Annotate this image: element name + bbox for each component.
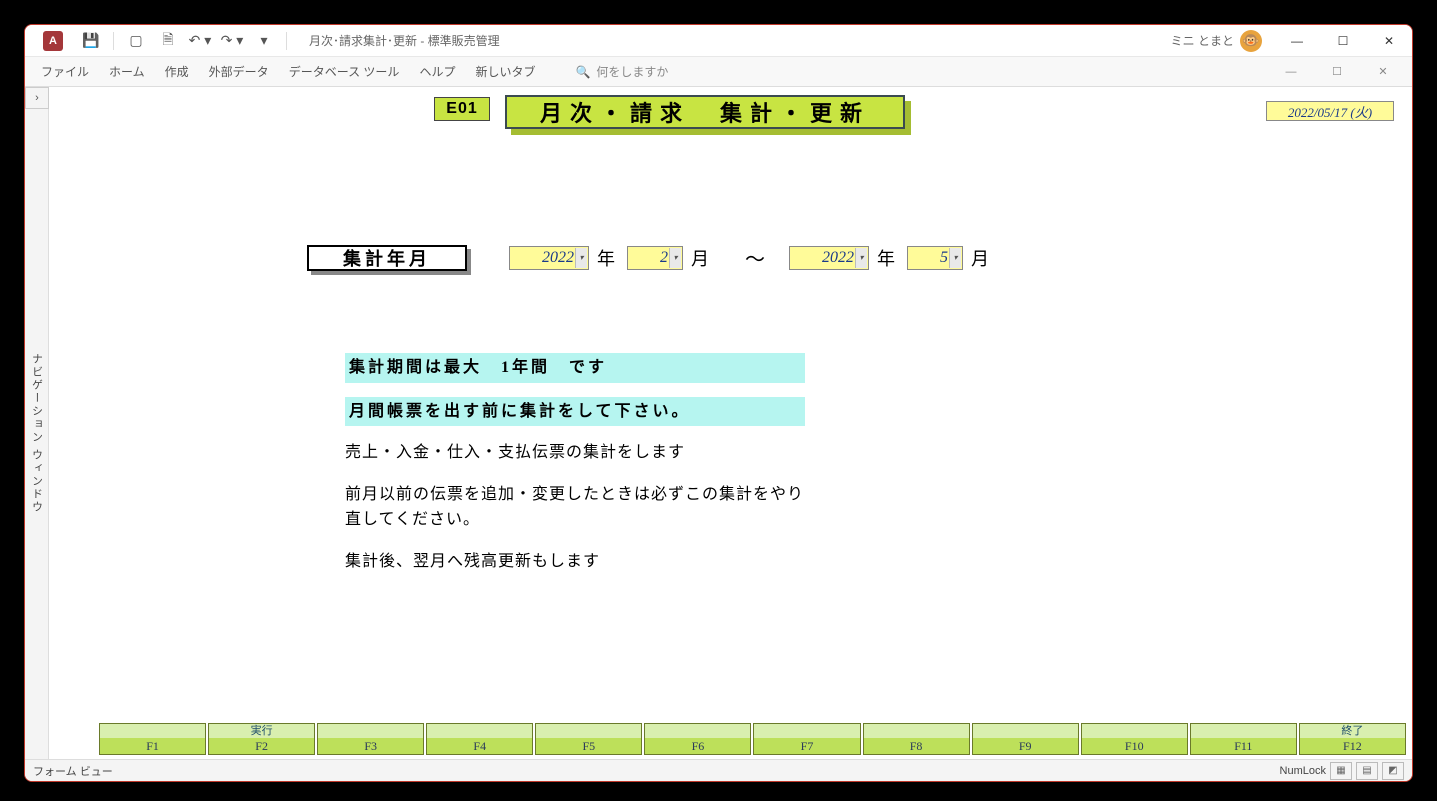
save-icon[interactable]: 💾 [79, 29, 103, 53]
maximize-button[interactable]: ☐ [1320, 25, 1366, 57]
info-line-3: 集計後、翌月へ残高更新もします [345, 549, 805, 575]
fkey-f10[interactable]: F10 [1081, 723, 1188, 755]
mdi-minimize-button[interactable]: — [1268, 57, 1314, 87]
from-year-value: 2022 [542, 249, 574, 267]
ribbon-tab-dbtools[interactable]: データベース ツール [279, 59, 410, 84]
fkey-f1[interactable]: F1 [99, 723, 206, 755]
fkey-f9[interactable]: F9 [972, 723, 1079, 755]
fkey-f7[interactable]: F7 [753, 723, 860, 755]
month-unit: 月 [971, 245, 989, 271]
ribbon: ファイル ホーム 作成 外部データ データベース ツール ヘルプ 新しいタブ 🔍… [25, 57, 1412, 87]
nav-pane-toggle[interactable]: › [25, 87, 49, 109]
fkey-f2-execute[interactable]: 実行F2 [208, 723, 315, 755]
period-label: 集計年月 [307, 245, 467, 271]
ribbon-tab-create[interactable]: 作成 [155, 59, 199, 84]
ribbon-tab-externaldata[interactable]: 外部データ [199, 59, 279, 84]
info-line-2: 前月以前の伝票を追加・変更したときは必ずこの集計をやり直してください。 [345, 482, 805, 533]
fkey-f11[interactable]: F11 [1190, 723, 1297, 755]
fkey-f4[interactable]: F4 [426, 723, 533, 755]
to-month-combo[interactable]: 5 ▾ [907, 246, 963, 270]
chevron-down-icon: ▾ [855, 248, 867, 268]
numlock-indicator: NumLock [1280, 765, 1326, 777]
qat-button-1[interactable]: ▢ [124, 29, 148, 53]
current-date-display: 2022/05/17 (火) [1266, 101, 1394, 121]
fkey-f8[interactable]: F8 [863, 723, 970, 755]
redo-icon[interactable]: ↷ ▾ [220, 29, 244, 53]
window-title: 月次･請求集計･更新 - 標準販売管理 [309, 32, 500, 49]
navigation-pane[interactable]: ナビゲーション ウィンドウ [25, 109, 49, 759]
ribbon-tab-newtab[interactable]: 新しいタブ [465, 59, 545, 84]
to-month-value: 5 [940, 249, 948, 267]
mdi-restore-button[interactable]: ☐ [1314, 57, 1360, 87]
view-form-icon[interactable]: ▦ [1330, 762, 1352, 780]
function-key-bar: F1 実行F2 F3 F4 F5 F6 F7 F8 F9 F10 F11 終了F… [99, 723, 1406, 755]
period-input-row: 2022 ▾ 年 2 ▾ 月 ～ 2022 ▾ 年 5 ▾ [509, 243, 1001, 272]
separator [286, 32, 287, 50]
chevron-down-icon: ▾ [669, 248, 681, 268]
form-body: E01 月次・請求 集計・更新 2022/05/17 (火) 集計年月 2022… [49, 87, 1412, 759]
view-design-icon[interactable]: ◩ [1382, 762, 1404, 780]
status-left-text: フォーム ビュー [33, 763, 113, 779]
access-app-icon: A [43, 31, 63, 51]
qat-customize-icon[interactable]: ▾ [252, 29, 276, 53]
content-area: › ナビゲーション ウィンドウ E01 月次・請求 集計・更新 2022/05/… [25, 87, 1412, 759]
chevron-down-icon: ▾ [575, 248, 587, 268]
fkey-f6[interactable]: F6 [644, 723, 751, 755]
form-header: E01 月次・請求 集計・更新 2022/05/17 (火) [49, 95, 1412, 135]
info-highlight-1: 集計期間は最大 1年間 です [345, 353, 805, 383]
separator [113, 32, 114, 50]
fkey-f3[interactable]: F3 [317, 723, 424, 755]
ribbon-tab-home[interactable]: ホーム [99, 59, 155, 84]
app-window: A 💾 ▢ 🗎 ↶ ▾ ↷ ▾ ▾ 月次･請求集計･更新 - 標準販売管理 ミニ… [24, 24, 1413, 782]
info-text-block: 集計期間は最大 1年間 です 月間帳票を出す前に集計をして下さい。 売上・入金・… [345, 353, 805, 591]
search-icon: 🔍 [575, 65, 590, 79]
minimize-button[interactable]: — [1274, 25, 1320, 57]
view-datasheet-icon[interactable]: ▤ [1356, 762, 1378, 780]
month-unit: 月 [691, 245, 709, 271]
ribbon-tab-help[interactable]: ヘルプ [409, 59, 465, 84]
fkey-f12-exit[interactable]: 終了F12 [1299, 723, 1406, 755]
ribbon-tab-file[interactable]: ファイル [31, 59, 99, 84]
info-line-1: 売上・入金・仕入・支払伝票の集計をします [345, 440, 805, 466]
from-year-combo[interactable]: 2022 ▾ [509, 246, 589, 270]
fkey-f5[interactable]: F5 [535, 723, 642, 755]
chevron-down-icon: ▾ [949, 248, 961, 268]
from-month-combo[interactable]: 2 ▾ [627, 246, 683, 270]
user-name-label: ミニ とまと [1171, 32, 1234, 49]
form-code-label: E01 [434, 97, 490, 121]
titlebar: A 💾 ▢ 🗎 ↶ ▾ ↷ ▾ ▾ 月次･請求集計･更新 - 標準販売管理 ミニ… [25, 25, 1412, 57]
mdi-close-button[interactable]: ✕ [1360, 57, 1406, 87]
info-highlight-2: 月間帳票を出す前に集計をして下さい。 [345, 397, 805, 427]
statusbar: フォーム ビュー NumLock ▦ ▤ ◩ [25, 759, 1412, 781]
undo-icon[interactable]: ↶ ▾ [188, 29, 212, 53]
page-title: 月次・請求 集計・更新 [505, 95, 905, 129]
user-avatar-icon[interactable]: 🐵 [1240, 30, 1262, 52]
nav-pane-label: ナビゲーション ウィンドウ [29, 353, 45, 514]
close-button[interactable]: ✕ [1366, 25, 1412, 57]
to-year-value: 2022 [822, 249, 854, 267]
to-year-combo[interactable]: 2022 ▾ [789, 246, 869, 270]
from-month-value: 2 [660, 249, 668, 267]
tell-me-search[interactable]: 🔍 何をしますか [575, 63, 668, 80]
year-unit: 年 [597, 245, 615, 271]
year-unit: 年 [877, 245, 895, 271]
range-separator: ～ [745, 243, 765, 272]
qat-button-2[interactable]: 🗎 [156, 29, 180, 53]
search-placeholder: 何をしますか [596, 63, 668, 80]
